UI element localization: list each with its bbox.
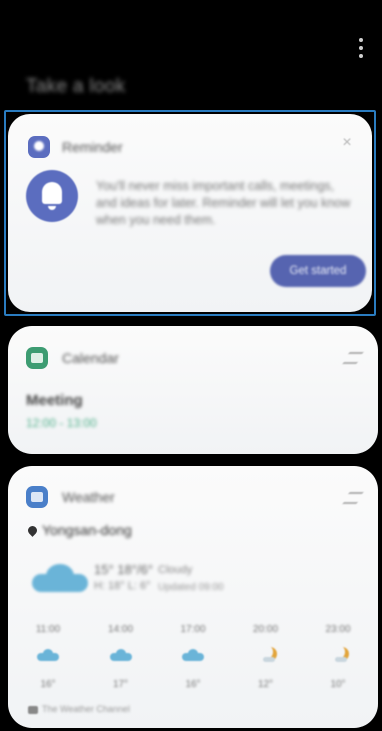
forecast-item: 23:00 10°	[308, 618, 368, 698]
forecast-time: 17:00	[180, 624, 206, 635]
calendar-card-title: Calendar	[62, 350, 119, 366]
location-pin-icon	[26, 524, 39, 537]
forecast-temp: 16°	[185, 679, 201, 690]
location-name: Yongsan-dong	[42, 522, 132, 538]
calendar-card[interactable]: Calendar Meeting 12:00 - 13:00	[8, 326, 378, 454]
cloud-icon	[32, 564, 88, 592]
weather-source[interactable]: The Weather Channel	[42, 704, 130, 714]
moon-icon	[327, 649, 349, 662]
current-temperature: 15° 18°/6°	[94, 562, 153, 577]
event-time: 12:00 - 13:00	[26, 416, 97, 430]
reminder-app-icon	[28, 136, 50, 158]
cloud-icon	[37, 649, 59, 661]
cloud-icon	[109, 649, 132, 661]
forecast-item: 17:00 16°	[163, 618, 223, 698]
weather-source-icon	[28, 706, 38, 714]
expand-icon[interactable]	[342, 352, 364, 364]
forecast-time: 20:00	[252, 624, 279, 635]
forecast-item: 20:00 12°	[236, 618, 296, 698]
more-options-icon[interactable]	[358, 38, 364, 58]
forecast-time: 11:00	[35, 624, 61, 635]
forecast-temp: 16°	[40, 679, 56, 690]
event-title[interactable]: Meeting	[26, 392, 83, 409]
reminder-card-title: Reminder	[62, 139, 123, 155]
bell-icon	[26, 170, 78, 222]
top-bar: Take a look	[0, 0, 382, 108]
weather-card-title: Weather	[62, 489, 115, 505]
expand-icon[interactable]	[342, 492, 364, 504]
high-low-temperature: H: 18° L: 6°	[94, 580, 151, 592]
close-icon[interactable]: ×	[340, 135, 354, 151]
weather-app-icon	[26, 486, 48, 508]
page-title: Take a look	[26, 76, 126, 97]
weather-card[interactable]: Weather Yongsan-dong 15° 18°/6° Cloudy H…	[8, 466, 378, 728]
calendar-app-icon	[26, 347, 48, 369]
forecast-time: 23:00	[325, 624, 351, 635]
hourly-forecast: 11:00 16° 14:00 17° 17:00 16° 20:00 12° …	[18, 618, 368, 698]
forecast-temp: 12°	[257, 679, 274, 690]
moon-icon	[255, 649, 277, 662]
reminder-card[interactable]: Reminder × You'll never miss important c…	[8, 114, 372, 312]
forecast-item: 11:00 16°	[18, 618, 78, 698]
weather-condition: Cloudy	[158, 564, 193, 576]
forecast-temp: 17°	[112, 679, 129, 690]
updated-time: Updated 09:00	[158, 582, 224, 593]
cloud-icon	[182, 649, 204, 661]
forecast-temp: 10°	[330, 679, 346, 690]
forecast-item: 14:00 17°	[91, 618, 151, 698]
get-started-button[interactable]: Get started	[270, 255, 366, 287]
reminder-description: You'll never miss important calls, meeti…	[96, 179, 351, 227]
forecast-time: 14:00	[107, 624, 134, 635]
